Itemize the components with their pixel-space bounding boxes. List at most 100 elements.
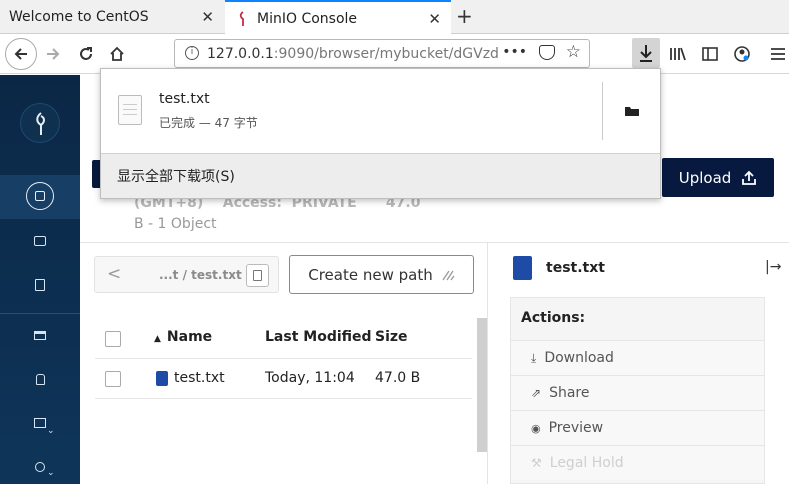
download-arrow-icon [640, 45, 652, 62]
chevron-down-icon[interactable]: ⌄ [47, 426, 55, 436]
minio-logo [20, 103, 60, 143]
library-icon [670, 47, 686, 61]
chevron-down-icon[interactable]: ⌄ [47, 468, 55, 478]
sort-ascending-icon: ▲ [154, 334, 161, 344]
details-file-icon [513, 256, 532, 280]
minio-favicon-icon [239, 10, 244, 26]
sidebar-divider [0, 313, 80, 314]
sidebar-item-security[interactable] [26, 365, 54, 393]
row-file-name: test.txt [174, 370, 225, 386]
download-icon: ⤓ [531, 350, 537, 365]
action-label: Preview [548, 420, 604, 436]
table-header-divider [95, 358, 472, 359]
action-label: Share [549, 385, 590, 401]
table-row-divider [95, 398, 472, 399]
document-icon [35, 279, 45, 291]
pocket-icon[interactable] [539, 45, 555, 60]
breadcrumb-back-icon[interactable]: < [107, 264, 121, 284]
bucket-icon [35, 191, 45, 201]
copy-path-button[interactable] [246, 264, 269, 287]
hamburger-menu-icon [771, 48, 785, 60]
action-label: Download [544, 350, 614, 366]
open-folder-button[interactable] [624, 103, 640, 117]
url-path: :9090/browser/mybucket/dGVzd [273, 45, 499, 62]
sidebar-item-identity[interactable] [26, 227, 54, 255]
upload-icon [742, 170, 757, 185]
new-path-icon [442, 270, 455, 280]
tab-minio-console[interactable]: MinIO Console ✕ [225, 0, 451, 35]
library-button[interactable] [668, 44, 688, 64]
account-icon [734, 46, 750, 62]
action-legal-hold: ⚒ Legal Hold [511, 445, 764, 480]
text-file-icon [118, 95, 142, 125]
close-panel-icon[interactable]: |→ [765, 259, 781, 275]
download-item[interactable] [101, 69, 660, 153]
create-new-path-button[interactable]: Create new path [289, 255, 474, 294]
copy-icon [253, 270, 262, 281]
info-icon[interactable]: i [185, 46, 199, 60]
row-last-modified: Today, 11:04 [265, 370, 355, 386]
reload-button[interactable] [76, 44, 96, 64]
new-tab-icon[interactable]: + [456, 4, 473, 28]
forward-arrow-icon [47, 48, 60, 60]
forward-button[interactable] [43, 44, 63, 64]
action-share[interactable]: ⇗ Share [511, 375, 764, 410]
show-all-downloads-button[interactable]: 显示全部下载项(S) [101, 153, 660, 198]
account-button[interactable] [732, 44, 752, 64]
column-header-name[interactable]: ▲ Name [154, 329, 212, 345]
upload-label: Upload [678, 168, 732, 187]
storage-icon [34, 330, 46, 340]
console-sidebar: ⌄ ⌄ [0, 75, 80, 484]
sidebar-icon [702, 47, 718, 61]
lock-icon [35, 373, 45, 385]
home-button[interactable] [107, 44, 127, 64]
download-item-divider [602, 82, 603, 140]
action-preview[interactable]: ◉ Preview [511, 410, 764, 445]
actions-title: Actions: [521, 310, 586, 326]
row-size: 47.0 B [375, 370, 421, 386]
header-divider [80, 242, 789, 243]
column-header-size[interactable]: Size [375, 329, 408, 345]
column-label: Name [166, 329, 213, 345]
url-bar[interactable]: i 127.0.0.1:9090/browser/mybucket/dGVzd … [174, 39, 590, 68]
tab-welcome-centos[interactable]: Welcome to CentOS ✕ [0, 0, 224, 34]
back-arrow-icon [14, 48, 27, 60]
gavel-icon: ⚒ [531, 456, 542, 470]
breadcrumb-path[interactable]: ...t / test.txt [159, 268, 242, 282]
upload-button[interactable]: Upload [662, 158, 774, 197]
sidebar-item-buckets[interactable] [26, 182, 54, 210]
downloads-button[interactable] [632, 38, 660, 68]
row-checkbox[interactable] [105, 371, 121, 387]
column-header-last-modified[interactable]: Last Modified [265, 329, 372, 345]
select-all-checkbox[interactable] [105, 331, 121, 347]
table-row[interactable]: test.txt [156, 370, 225, 386]
settings-icon [34, 418, 46, 428]
home-icon [110, 46, 124, 61]
page-actions-icon[interactable]: ••• [498, 44, 527, 60]
sidebar-toggle-button[interactable] [700, 44, 720, 64]
sidebar-item-documents[interactable] [26, 271, 54, 299]
tab-title: MinIO Console [257, 10, 358, 27]
identity-icon [34, 236, 46, 246]
back-button[interactable] [5, 38, 37, 70]
bookmark-star-icon[interactable]: ☆ [566, 42, 581, 62]
download-status: 已完成 — 47 字节 [159, 116, 258, 130]
action-download[interactable]: ⤓ Download [511, 340, 764, 375]
file-icon [156, 370, 168, 386]
tab-title: Welcome to CentOS [9, 9, 149, 25]
reload-icon [80, 47, 92, 60]
table-scrollbar[interactable] [477, 318, 487, 452]
details-file-name: test.txt [546, 260, 605, 276]
breadcrumb: < ...t / test.txt [94, 256, 279, 293]
download-file-name: test.txt [159, 91, 210, 107]
sidebar-item-storage[interactable] [26, 321, 54, 349]
folder-icon [625, 107, 639, 116]
menu-button[interactable] [768, 44, 788, 64]
search-icon [35, 462, 45, 472]
share-icon: ⇗ [531, 386, 542, 400]
url-host: 127.0.0.1 [207, 45, 274, 62]
close-tab-icon[interactable]: ✕ [428, 10, 441, 28]
eye-icon: ◉ [531, 421, 541, 435]
close-tab-icon[interactable]: ✕ [201, 8, 214, 26]
minio-logo-icon [36, 112, 45, 135]
